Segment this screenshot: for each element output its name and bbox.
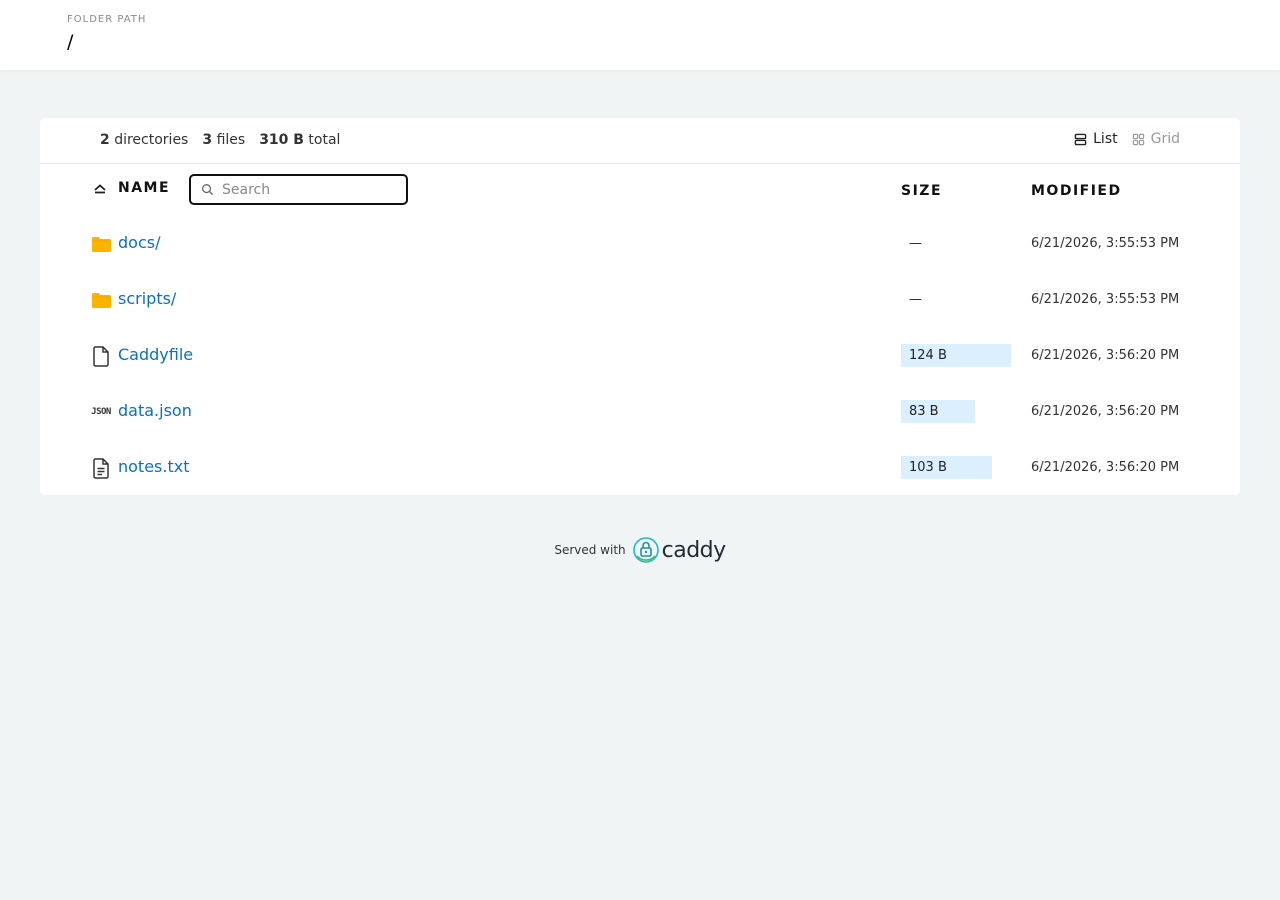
table-row[interactable]: scripts/ — 6/21/2026, 3:55:53 PM [40, 272, 1240, 328]
layout-toggle: List Grid [1074, 131, 1180, 147]
search-icon [202, 184, 214, 196]
size-column-header[interactable]: SIZE [901, 183, 942, 199]
list-view-button[interactable]: List [1074, 131, 1118, 147]
file-modified: 6/21/2026, 3:56:20 PM [1031, 404, 1180, 419]
page-footer: Served with caddy [0, 536, 1280, 564]
file-link[interactable]: notes.txt [118, 457, 189, 476]
table-row[interactable]: docs/ — 6/21/2026, 3:55:53 PM [40, 216, 1240, 272]
caddy-lock-icon [632, 537, 659, 563]
search-box[interactable] [189, 174, 408, 205]
folder-path-label: FOLDER PATH [67, 14, 147, 25]
text-file-icon [90, 456, 112, 480]
sort-ascending-icon [94, 184, 106, 194]
caddy-logo[interactable]: caddy [632, 536, 726, 564]
file-icon [90, 344, 112, 368]
table-header: NAME SIZE MODIFIED [40, 164, 1240, 216]
file-modified: 6/21/2026, 3:56:20 PM [1031, 348, 1180, 363]
file-modified: 6/21/2026, 3:56:20 PM [1031, 460, 1180, 475]
modified-column-header[interactable]: MODIFIED [1031, 183, 1122, 199]
file-link[interactable]: Caddyfile [118, 345, 193, 364]
name-column-header[interactable]: NAME [92, 180, 170, 196]
file-link[interactable]: data.json [118, 401, 192, 420]
folder-path: / [67, 31, 74, 53]
directories-summary: 2 directories [100, 132, 189, 148]
file-link[interactable]: docs/ [118, 233, 160, 252]
served-with-text: Served with [554, 543, 626, 557]
file-modified: 6/21/2026, 3:55:53 PM [1031, 236, 1180, 251]
file-size: 103 B [901, 456, 992, 480]
folder-icon [90, 232, 112, 256]
file-list: docs/ — 6/21/2026, 3:55:53 PM scripts/ —… [40, 216, 1240, 496]
file-modified: 6/21/2026, 3:55:53 PM [1031, 292, 1180, 307]
file-size: 124 B [901, 344, 1011, 368]
list-view-icon [1074, 133, 1087, 145]
folder-icon [90, 288, 112, 312]
table-row[interactable]: Caddyfile 124 B 6/21/2026, 3:56:20 PM [40, 328, 1240, 384]
listing-summary: 2 directories 3 files 310 B total List G… [40, 118, 1240, 164]
grid-view-icon [1132, 133, 1144, 145]
caddy-wordmark: caddy [661, 537, 727, 563]
file-link[interactable]: scripts/ [118, 289, 176, 308]
file-size: — [909, 236, 922, 251]
file-size: — [909, 292, 922, 307]
files-summary: 3 files [202, 132, 246, 148]
listing-panel: 2 directories 3 files 310 B total List G… [40, 118, 1240, 495]
table-row[interactable]: notes.txt 103 B 6/21/2026, 3:56:20 PM [40, 440, 1240, 496]
page-header: FOLDER PATH / [0, 0, 1280, 70]
total-size-summary: 310 B total [259, 132, 341, 148]
file-size: 83 B [901, 400, 975, 424]
grid-view-button[interactable]: Grid [1132, 131, 1180, 147]
json-icon: JSON [91, 407, 111, 417]
table-row[interactable]: JSON data.json 83 B 6/21/2026, 3:56:20 P… [40, 384, 1240, 440]
search-input[interactable] [222, 181, 392, 198]
